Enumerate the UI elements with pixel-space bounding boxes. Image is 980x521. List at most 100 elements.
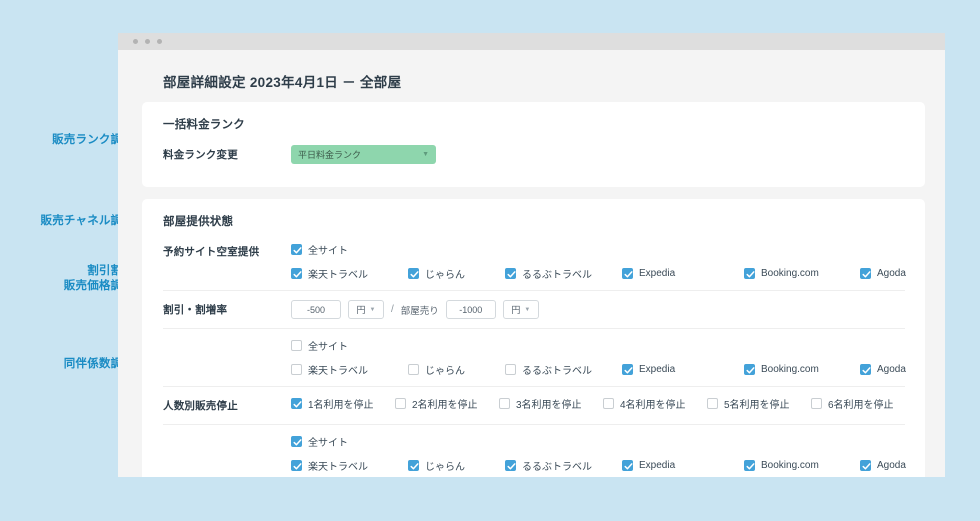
occupancy-stop-3[interactable]: 3名利用を停止 — [499, 396, 603, 411]
window-minimize-dot-icon[interactable] — [145, 39, 150, 44]
occupancy-stop-5[interactable]: 5名利用を停止 — [707, 396, 811, 411]
window-titlebar — [118, 33, 945, 50]
availability-channel-rurubu[interactable]: るるぶトラベル — [505, 266, 622, 281]
discount-value-input-2[interactable]: -1000 — [446, 300, 496, 319]
checkbox-unchecked-icon — [603, 398, 614, 409]
browser-window: 部屋詳細設定 2023年4月1日 － 全部屋 一括料金ランク 料金ランク変更 平… — [118, 33, 945, 477]
occupancy-channel-rakuten[interactable]: 楽天トラベル — [291, 458, 408, 473]
occupancy-stop-label: 4名利用を停止 — [620, 396, 686, 411]
availability-channel-expedia[interactable]: Expedia — [622, 268, 744, 279]
availability-channel-label: Expedia — [639, 268, 675, 279]
window-maximize-dot-icon[interactable] — [157, 39, 162, 44]
page-title: 部屋詳細設定 2023年4月1日 － 全部屋 — [163, 71, 925, 91]
availability-channel-agoda[interactable]: Agoda — [860, 268, 906, 279]
occupancy-row-label: 人数別販売停止 — [163, 396, 291, 413]
discount-checkbox-grid: 全サイト 楽天トラベル じゃらん るるぶトラベル — [291, 338, 906, 377]
occupancy-channel-label: Booking.com — [761, 460, 819, 471]
discount-rate-controls: -500 円 ▼ / 部屋売り -1000 円 ▼ — [291, 300, 905, 319]
discount-channel-jalan[interactable]: じゃらん — [408, 362, 505, 377]
checkbox-unchecked-icon — [707, 398, 718, 409]
checkbox-checked-icon — [744, 364, 755, 375]
discount-all-sites-label: 全サイト — [308, 338, 348, 353]
occupancy-all-sites-checkbox[interactable]: 全サイト — [291, 434, 906, 449]
occupancy-stop-label: 3名利用を停止 — [516, 396, 582, 411]
window-content: 部屋詳細設定 2023年4月1日 － 全部屋 一括料金ランク 料金ランク変更 平… — [118, 50, 945, 477]
discount-channel-label: じゃらん — [425, 362, 465, 377]
discount-row-body: -500 円 ▼ / 部屋売り -1000 円 ▼ — [291, 300, 905, 319]
discount-channel-booking[interactable]: Booking.com — [744, 364, 860, 375]
checkbox-checked-icon — [744, 268, 755, 279]
checkbox-checked-icon — [408, 268, 419, 279]
discount-channels-body: 全サイト 楽天トラベル じゃらん るるぶトラベル — [291, 338, 906, 377]
discount-channel-expedia[interactable]: Expedia — [622, 364, 744, 375]
availability-channel-label: じゃらん — [425, 266, 465, 281]
discount-unit-select-2[interactable]: 円 ▼ — [503, 300, 539, 319]
checkbox-unchecked-icon — [291, 340, 302, 351]
occupancy-stop-4[interactable]: 4名利用を停止 — [603, 396, 707, 411]
availability-channel-label: 楽天トラベル — [308, 266, 368, 281]
checkbox-checked-icon — [505, 268, 516, 279]
rate-rank-select-value: 平日料金ランク — [298, 148, 361, 161]
availability-channel-booking[interactable]: Booking.com — [744, 268, 860, 279]
checkbox-unchecked-icon — [395, 398, 406, 409]
availability-checkbox-grid: 全サイト 楽天トラベル じゃらん — [291, 242, 906, 281]
rank-card: 一括料金ランク 料金ランク変更 平日料金ランク ▼ — [142, 102, 925, 187]
separator-slash: / — [391, 304, 394, 315]
occupancy-channel-label: 楽天トラベル — [308, 458, 368, 473]
discount-row: 割引・割増率 -500 円 ▼ / 部屋売り -1000 円 ▼ — [163, 290, 905, 328]
discount-channel-label: Booking.com — [761, 364, 819, 375]
occupancy-channel-rurubu[interactable]: るるぶトラベル — [505, 458, 622, 473]
occupancy-channel-label: Agoda — [877, 460, 906, 471]
checkbox-checked-icon — [291, 244, 302, 255]
rank-row-label: 料金ランク変更 — [163, 145, 291, 162]
discount-channel-label: Agoda — [877, 364, 906, 375]
window-close-dot-icon[interactable] — [133, 39, 138, 44]
occupancy-channel-agoda[interactable]: Agoda — [860, 460, 906, 471]
occupancy-channel-booking[interactable]: Booking.com — [744, 460, 860, 471]
discount-channel-label: るるぶトラベル — [522, 362, 592, 377]
discount-channel-rakuten[interactable]: 楽天トラベル — [291, 362, 408, 377]
occupancy-stop-6[interactable]: 6名利用を停止 — [811, 396, 905, 411]
occupancy-all-sites-label: 全サイト — [308, 434, 348, 449]
discount-unit-value-2: 円 — [511, 303, 520, 316]
checkbox-checked-icon — [860, 268, 871, 279]
rate-rank-select[interactable]: 平日料金ランク ▼ — [291, 145, 436, 164]
rank-card-title: 一括料金ランク — [163, 116, 905, 132]
availability-all-sites-checkbox[interactable]: 全サイト — [291, 242, 906, 257]
availability-all-sites-label: 全サイト — [308, 242, 348, 257]
occupancy-channel-jalan[interactable]: じゃらん — [408, 458, 505, 473]
occupancy-stop-label: 6名利用を停止 — [828, 396, 894, 411]
discount-unit-select-1[interactable]: 円 ▼ — [348, 300, 384, 319]
rank-row: 料金ランク変更 平日料金ランク ▼ — [163, 136, 905, 173]
occupancy-channel-label: るるぶトラベル — [522, 458, 592, 473]
discount-row-label: 割引・割増率 — [163, 300, 291, 317]
occupancy-stop-2[interactable]: 2名利用を停止 — [395, 396, 499, 411]
availability-channel-label: るるぶトラベル — [522, 266, 592, 281]
checkbox-unchecked-icon — [408, 364, 419, 375]
discount-value-input-1[interactable]: -500 — [291, 300, 341, 319]
checkbox-checked-icon — [860, 460, 871, 471]
chevron-down-icon: ▼ — [370, 307, 376, 313]
checkbox-unchecked-icon — [811, 398, 822, 409]
availability-row-label: 予約サイト空室提供 — [163, 242, 291, 259]
occupancy-channel-expedia[interactable]: Expedia — [622, 460, 744, 471]
rank-row-body: 平日料金ランク ▼ — [291, 145, 905, 164]
discount-all-sites-checkbox[interactable]: 全サイト — [291, 338, 906, 353]
checkbox-checked-icon — [744, 460, 755, 471]
discount-unit-value-1: 円 — [357, 303, 366, 316]
discount-channel-agoda[interactable]: Agoda — [860, 364, 906, 375]
checkbox-unchecked-icon — [505, 364, 516, 375]
checkbox-unchecked-icon — [291, 364, 302, 375]
checkbox-checked-icon — [860, 364, 871, 375]
checkbox-checked-icon — [291, 268, 302, 279]
room-sale-label: 部屋売り — [401, 303, 439, 317]
occupancy-channel-label: じゃらん — [425, 458, 465, 473]
supply-card-title: 部屋提供状態 — [163, 213, 905, 229]
discount-channel-label: 楽天トラベル — [308, 362, 368, 377]
discount-channel-rurubu[interactable]: るるぶトラベル — [505, 362, 622, 377]
availability-channel-label: Agoda — [877, 268, 906, 279]
availability-channel-jalan[interactable]: じゃらん — [408, 266, 505, 281]
occupancy-stop-1[interactable]: 1名利用を停止 — [291, 396, 395, 411]
availability-channel-rakuten[interactable]: 楽天トラベル — [291, 266, 408, 281]
occupancy-channel-grid: 全サイト 楽天トラベル じゃらん — [291, 434, 906, 473]
